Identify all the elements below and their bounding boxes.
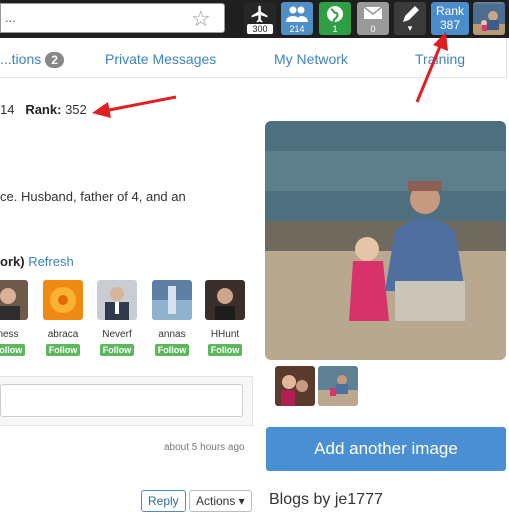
arrow-to-profile-rank [92,95,177,118]
arrow-to-topbar-rank [415,32,448,103]
annotation-arrows [92,32,448,118]
